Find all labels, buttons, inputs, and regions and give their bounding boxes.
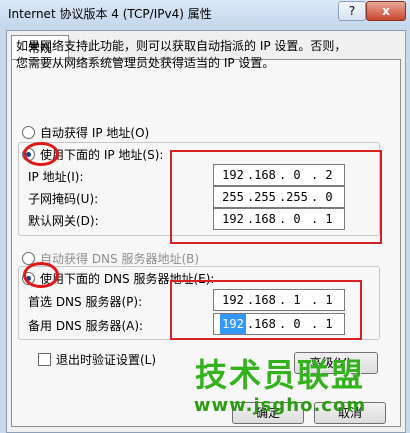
watermark-url: www.jsgho.com: [193, 395, 367, 416]
preferred-dns-label: 首选 DNS 服务器(P):: [28, 295, 143, 309]
close-button[interactable]: x: [366, 1, 406, 21]
watermark-text: 技术员联盟: [194, 356, 365, 394]
validate-checkbox-label: 退出时验证设置(L): [56, 353, 157, 367]
description-line-2: 您需要从网络系统管理员处获得适当的 IP 设置。: [16, 56, 275, 70]
annotation-circle-ip-radio: [23, 142, 59, 166]
ip-address-label: IP 地址(I):: [28, 170, 84, 184]
radio-auto-ip-circle[interactable]: [22, 126, 35, 139]
help-button[interactable]: ?: [338, 1, 366, 21]
description-text: 如果网络支持此功能，则可以获取自动指派的 IP 设置。否则， 您需要从网络系统管…: [16, 38, 376, 72]
radio-auto-ip-label: 自动获得 IP 地址(O): [40, 126, 150, 140]
annotation-rect-ip: [170, 150, 382, 244]
subnet-mask-label: 子网掩码(U):: [28, 192, 99, 206]
radio-auto-ip[interactable]: 自动获得 IP 地址(O): [22, 124, 149, 141]
description-line-1: 如果网络支持此功能，则可以获取自动指派的 IP 设置。否则，: [16, 39, 347, 53]
title-bar: Internet 协议版本 4 (TCP/IPv4) 属性 ? x: [0, 0, 410, 26]
annotation-rect-dns: [170, 280, 362, 340]
annotation-circle-dns-radio: [23, 262, 59, 288]
default-gateway-label: 默认网关(D):: [28, 214, 99, 228]
watermark: 技术员联盟 www.jsgho.com: [160, 356, 400, 431]
validate-checkbox[interactable]: [38, 353, 51, 366]
alternate-dns-label: 备用 DNS 服务器(A):: [28, 319, 144, 333]
window-title: Internet 协议版本 4 (TCP/IPv4) 属性: [8, 7, 212, 21]
radio-auto-dns-label: 自动获得 DNS 服务器地址(B): [40, 252, 200, 266]
